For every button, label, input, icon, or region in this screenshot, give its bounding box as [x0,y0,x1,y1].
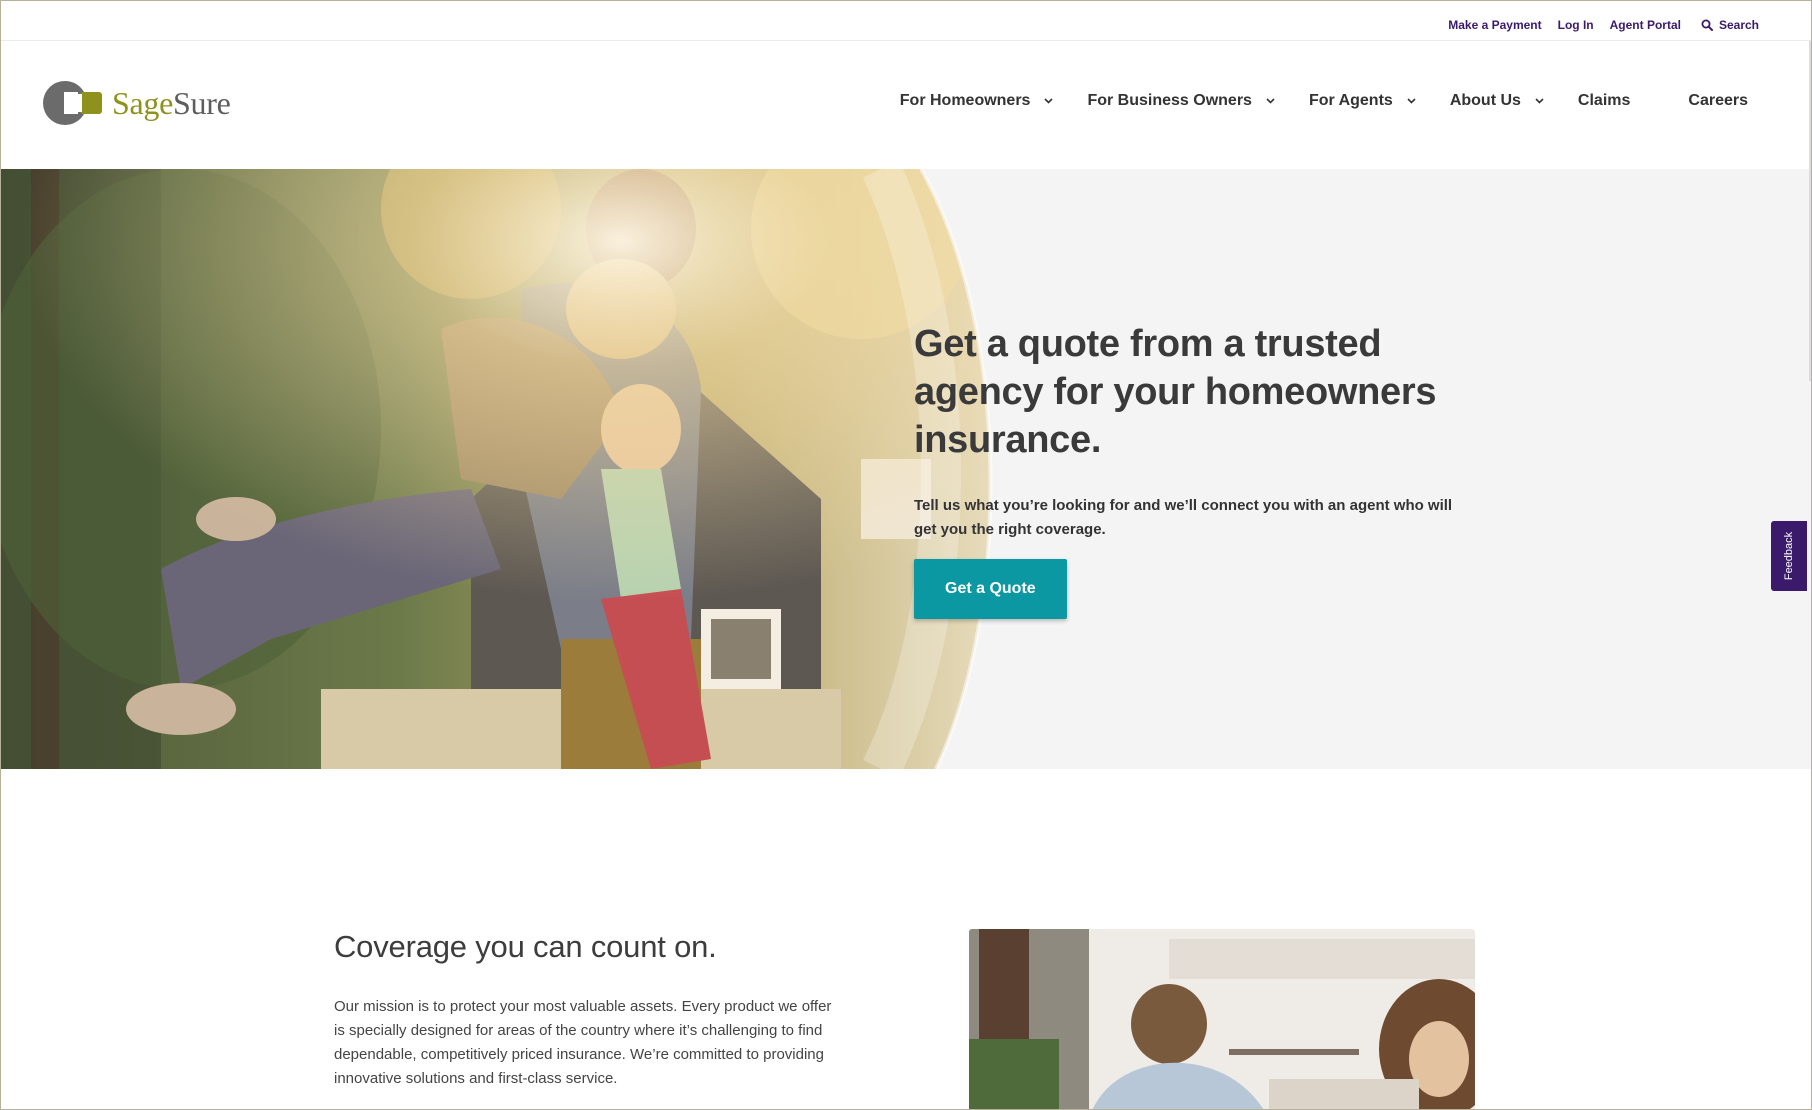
main-nav: For Homeowners For Business Owners For A… [900,92,1748,110]
agent-portal-link[interactable]: Agent Portal [1610,18,1681,32]
utility-bar: Make a Payment Log In Agent Portal Searc… [1,1,1811,41]
chevron-down-icon [1044,98,1054,104]
make-payment-link[interactable]: Make a Payment [1448,18,1541,32]
coverage-section: Coverage you can count on. Our mission i… [1,769,1811,1109]
logo-mark-icon [43,81,102,125]
get-a-quote-button[interactable]: Get a Quote [914,559,1067,619]
nav-label: For Homeowners [899,92,1031,109]
nav-for-homeowners[interactable]: For Homeowners [900,92,1088,110]
utility-links: Make a Payment Log In Agent Portal Searc… [1448,18,1759,32]
chevron-down-icon [1266,98,1275,104]
logo-wordmark: SageSure [112,84,231,121]
feedback-label: Feedback [1783,531,1795,581]
coverage-body: Our mission is to protect your most valu… [334,998,832,1087]
right-edge-divider [1809,41,1811,381]
hero-title: Get a quote from a trusted agency for yo… [914,323,1437,461]
nav-for-business-owners[interactable]: For Business Owners [1087,92,1309,110]
nav-for-agents[interactable]: For Agents [1309,92,1450,110]
search-label: Search [1718,18,1759,32]
nav-label: Careers [1688,92,1748,109]
search-icon [1701,19,1713,31]
nav-label: For Business Owners [1087,92,1252,109]
hero-subtitle: Tell us what you’re looking for and we’l… [914,497,1453,538]
nav-label: About Us [1449,92,1521,109]
nav-label: Claims [1577,92,1631,109]
log-in-link[interactable]: Log In [1558,18,1594,32]
site-header: SageSure For Homeowners For Business Own… [1,42,1811,169]
nav-label: For Agents [1308,92,1393,109]
feedback-tab[interactable]: Feedback [1771,521,1807,591]
sagesure-logo[interactable]: SageSure [42,80,231,126]
coverage-title: Coverage you can count on. [334,929,717,964]
search-link[interactable]: Search [1701,18,1759,32]
nav-careers[interactable]: Careers [1688,92,1748,110]
page: Make a Payment Log In Agent Portal Searc… [0,0,1812,1110]
nav-claims[interactable]: Claims [1578,92,1630,110]
hero-banner: Get a quote from a trusted agency for yo… [1,169,1811,769]
coverage-text: Coverage you can count on. Our mission i… [334,929,844,1091]
hero-family-photo [1,169,993,769]
coverage-kitchen-photo [969,929,1475,1109]
hero-content: Get a quote from a trusted agency for yo… [914,320,1474,619]
chevron-down-icon [1535,98,1544,104]
nav-about-us[interactable]: About Us [1450,92,1578,110]
chevron-down-icon [1407,98,1416,104]
